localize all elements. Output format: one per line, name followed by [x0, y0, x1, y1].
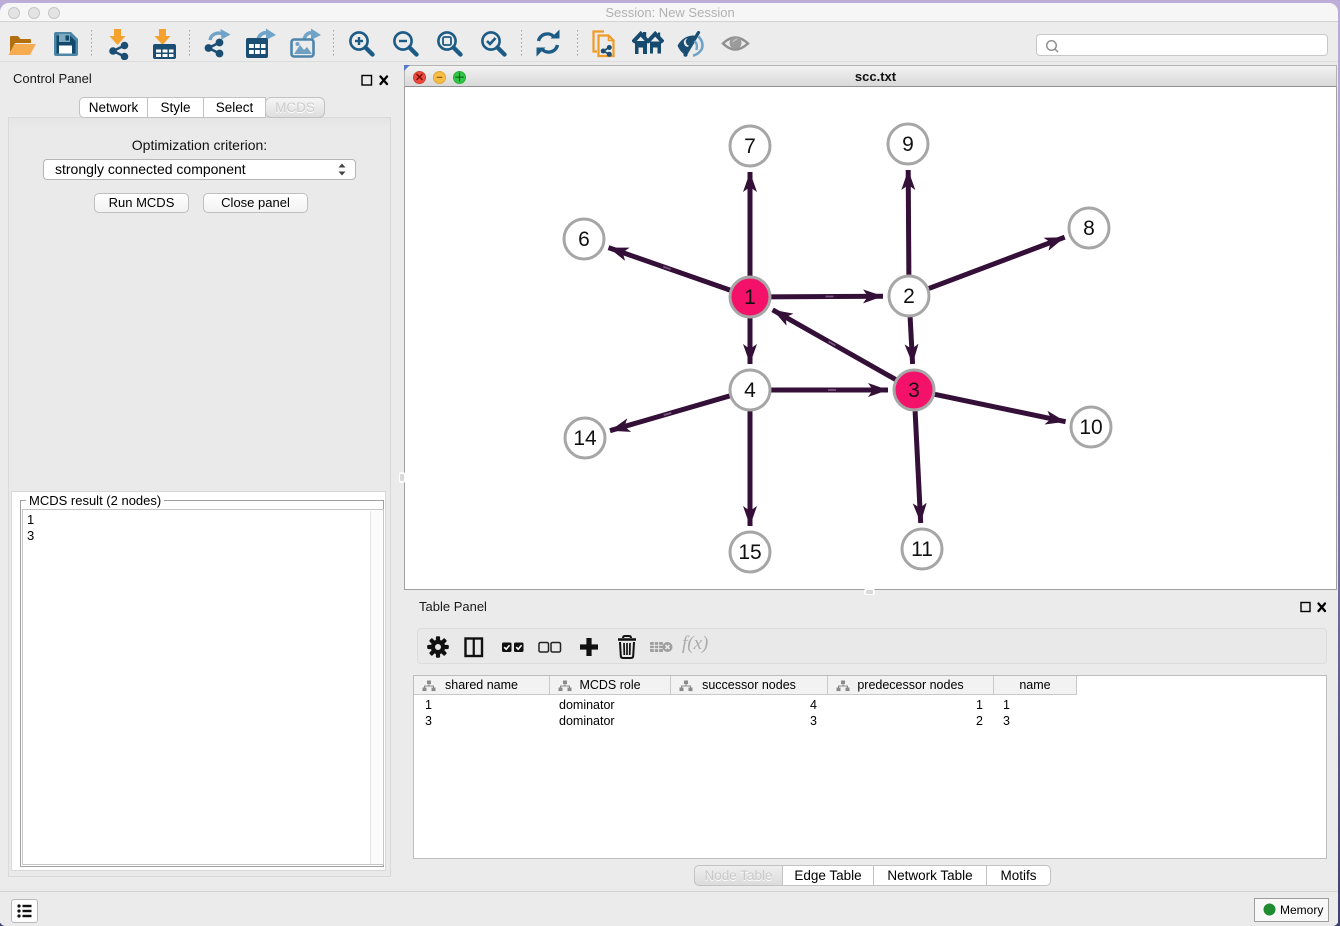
svg-text:1: 1 — [744, 286, 756, 309]
svg-text:9: 9 — [902, 133, 914, 156]
svg-text:7: 7 — [744, 135, 756, 158]
svg-text:3: 3 — [908, 379, 920, 402]
svg-text:6: 6 — [578, 228, 590, 251]
svg-text:11: 11 — [911, 538, 933, 561]
svg-text:15: 15 — [738, 541, 761, 564]
svg-text:8: 8 — [1083, 217, 1095, 240]
svg-text:2: 2 — [903, 285, 915, 308]
svg-text:14: 14 — [573, 427, 597, 450]
svg-text:10: 10 — [1079, 416, 1102, 439]
svg-text:4: 4 — [744, 379, 756, 402]
